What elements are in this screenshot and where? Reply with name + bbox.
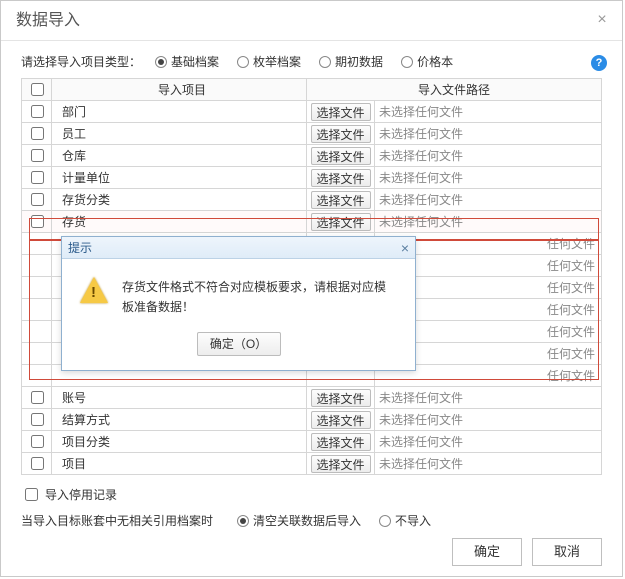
- head-path: 导入文件路径: [307, 79, 602, 101]
- alert-ok-button[interactable]: 确定（O）: [197, 332, 281, 356]
- stop-checkbox[interactable]: [25, 488, 38, 501]
- choose-file-button[interactable]: 选择文件: [311, 411, 371, 429]
- radio-icon: [379, 515, 391, 527]
- choose-file-button[interactable]: 选择文件: [311, 147, 371, 165]
- alert-close-icon[interactable]: ×: [401, 241, 409, 255]
- table-row: 部门选择文件未选择任何文件: [22, 101, 602, 123]
- choose-file-button[interactable]: 选择文件: [311, 191, 371, 209]
- radio-icon: [319, 56, 331, 68]
- type-radio[interactable]: 期初数据: [319, 53, 383, 70]
- row-checkbox[interactable]: [31, 149, 44, 162]
- row-item-name: 项目: [52, 453, 307, 475]
- stop-row: 导入停用记录: [21, 485, 602, 504]
- alert-body: 存货文件格式不符合对应模板要求，请根据对应模板准备数据！: [62, 259, 415, 326]
- radio-icon: [155, 56, 167, 68]
- type-radio-group: 基础档案 枚举档案 期初数据 价格本: [155, 53, 453, 70]
- alert-header: 提示 ×: [62, 237, 415, 259]
- radio-icon: [237, 56, 249, 68]
- table-row: 结算方式选择文件未选择任何文件: [22, 409, 602, 431]
- ref-row: 当导入目标账套中无相关引用档案时 清空关联数据后导入 不导入: [21, 512, 602, 529]
- row-file-path: 未选择任何文件: [375, 387, 602, 409]
- table-row: 仓库选择文件未选择任何文件: [22, 145, 602, 167]
- choose-file-button[interactable]: 选择文件: [311, 169, 371, 187]
- radio-label: 期初数据: [335, 53, 383, 70]
- radio-icon: [237, 515, 249, 527]
- table-row: 存货分类选择文件未选择任何文件: [22, 189, 602, 211]
- row-file-path: 未选择任何文件: [375, 167, 602, 189]
- alert-footer: 确定（O）: [62, 326, 415, 370]
- alert-title: 提示: [68, 237, 92, 259]
- radio-label: 不导入: [395, 512, 431, 529]
- radio-label: 枚举档案: [253, 53, 301, 70]
- row-file-path: 未选择任何文件: [375, 101, 602, 123]
- row-file-path: 未选择任何文件: [375, 145, 602, 167]
- alert-message: 存货文件格式不符合对应模板要求，请根据对应模板准备数据！: [122, 277, 397, 318]
- type-radio[interactable]: 枚举档案: [237, 53, 301, 70]
- radio-label: 基础档案: [171, 53, 219, 70]
- import-dialog: 数据导入 × 请选择导入项目类型： 基础档案 枚举档案 期初数据 价格本 ? 导入项目…: [0, 0, 623, 577]
- row-file-path: 未选择任何文件: [375, 211, 602, 233]
- ok-button[interactable]: 确定: [452, 538, 522, 566]
- choose-file-button[interactable]: 选择文件: [311, 433, 371, 451]
- ref-radio[interactable]: 清空关联数据后导入: [237, 512, 361, 529]
- cancel-button[interactable]: 取消: [532, 538, 602, 566]
- head-item: 导入项目: [52, 79, 307, 101]
- radio-label: 价格本: [417, 53, 453, 70]
- row-checkbox[interactable]: [31, 457, 44, 470]
- warning-icon: [80, 277, 108, 305]
- help-icon[interactable]: ?: [591, 55, 607, 71]
- ref-radio-group: 清空关联数据后导入 不导入: [237, 512, 431, 529]
- row-checkbox[interactable]: [31, 127, 44, 140]
- check-all[interactable]: [31, 83, 44, 96]
- row-item-name: 存货: [52, 211, 307, 233]
- type-label: 请选择导入项目类型：: [21, 53, 141, 70]
- stop-label: 导入停用记录: [45, 486, 117, 503]
- row-checkbox[interactable]: [31, 105, 44, 118]
- choose-file-button[interactable]: 选择文件: [311, 389, 371, 407]
- table-row: 计量单位选择文件未选择任何文件: [22, 167, 602, 189]
- row-checkbox[interactable]: [31, 171, 44, 184]
- head-check: [22, 79, 52, 101]
- row-item-name: 账号: [52, 387, 307, 409]
- dialog-close-icon[interactable]: ×: [592, 11, 612, 31]
- row-file-path: 未选择任何文件: [375, 189, 602, 211]
- radio-icon: [401, 56, 413, 68]
- row-checkbox[interactable]: [31, 193, 44, 206]
- type-radio[interactable]: 价格本: [401, 53, 453, 70]
- dialog-header: 数据导入 ×: [1, 1, 622, 41]
- ref-radio[interactable]: 不导入: [379, 512, 431, 529]
- row-item-name: 计量单位: [52, 167, 307, 189]
- row-item-name: 存货分类: [52, 189, 307, 211]
- choose-file-button[interactable]: 选择文件: [311, 213, 371, 231]
- row-checkbox[interactable]: [31, 413, 44, 426]
- radio-label: 清空关联数据后导入: [253, 512, 361, 529]
- row-item-name: 项目分类: [52, 431, 307, 453]
- row-file-path: 未选择任何文件: [375, 453, 602, 475]
- row-file-path: 未选择任何文件: [375, 409, 602, 431]
- choose-file-button[interactable]: 选择文件: [311, 103, 371, 121]
- row-checkbox[interactable]: [31, 215, 44, 228]
- row-item-name: 结算方式: [52, 409, 307, 431]
- table-row: 存货选择文件未选择任何文件: [22, 211, 602, 233]
- row-file-path: 未选择任何文件: [375, 123, 602, 145]
- row-file-path: 未选择任何文件: [375, 431, 602, 453]
- row-item-name: 仓库: [52, 145, 307, 167]
- table-row: 项目分类选择文件未选择任何文件: [22, 431, 602, 453]
- row-checkbox[interactable]: [31, 435, 44, 448]
- table-row: 员工选择文件未选择任何文件: [22, 123, 602, 145]
- row-item-name: 部门: [52, 101, 307, 123]
- alert-dialog: 提示 × 存货文件格式不符合对应模板要求，请根据对应模板准备数据！ 确定（O）: [61, 236, 416, 371]
- dialog-title: 数据导入: [16, 12, 80, 29]
- row-item-name: 员工: [52, 123, 307, 145]
- ref-label: 当导入目标账套中无相关引用档案时: [21, 512, 213, 529]
- type-row: 请选择导入项目类型： 基础档案枚举档案期初数据价格本 ?: [21, 53, 602, 70]
- choose-file-button[interactable]: 选择文件: [311, 455, 371, 473]
- table-row: 项目选择文件未选择任何文件: [22, 453, 602, 475]
- row-checkbox[interactable]: [31, 391, 44, 404]
- type-radio[interactable]: 基础档案: [155, 53, 219, 70]
- dialog-footer: 确定 取消: [452, 538, 602, 566]
- choose-file-button[interactable]: 选择文件: [311, 125, 371, 143]
- table-row: 账号选择文件未选择任何文件: [22, 387, 602, 409]
